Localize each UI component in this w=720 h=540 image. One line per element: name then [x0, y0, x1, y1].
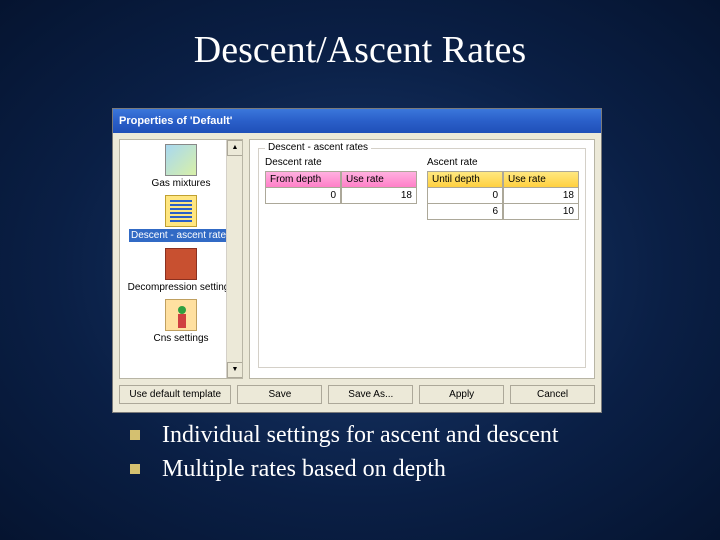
scroll-down-button[interactable]: ▼ [227, 362, 243, 378]
rates-icon [165, 195, 197, 227]
cns-icon [165, 299, 197, 331]
main-panel: Descent - ascent rates Descent rate From… [249, 139, 595, 379]
bullet-icon [130, 430, 140, 440]
category-sidebar: Gas mixtures Descent - ascent rates Deco… [119, 139, 243, 379]
descent-rate-table: Descent rate From depth Use rate 0 18 [265, 157, 417, 220]
sidebar-item-label: Descent - ascent rates [129, 229, 233, 242]
sidebar-item-label: Decompression settings [128, 282, 235, 293]
dialog-title-text: Properties of 'Default' [119, 115, 232, 127]
ascent-use-rate-cell[interactable]: 18 [503, 188, 579, 204]
bullet-text: Multiple rates based on depth [162, 452, 446, 486]
sidebar-item-label: Gas mixtures [152, 178, 211, 189]
list-item: Individual settings for ascent and desce… [130, 418, 660, 452]
rates-group: Descent - ascent rates Descent rate From… [258, 148, 586, 368]
save-button[interactable]: Save [237, 385, 322, 404]
ascent-caption: Ascent rate [427, 157, 579, 168]
sidebar-item-descent-ascent-rates[interactable]: Descent - ascent rates [123, 195, 239, 242]
dialog-titlebar[interactable]: Properties of 'Default' [113, 109, 601, 133]
table-row[interactable]: 6 10 [427, 204, 579, 220]
sidebar-item-decompression[interactable]: Decompression settings [123, 248, 239, 293]
group-legend: Descent - ascent rates [265, 142, 371, 153]
bullet-text: Individual settings for ascent and desce… [162, 418, 559, 452]
decompression-icon [165, 248, 197, 280]
descent-use-rate-cell[interactable]: 18 [341, 188, 417, 204]
descent-col1-header[interactable]: From depth [265, 171, 341, 188]
dialog-button-row: Use default template Save Save As... App… [113, 385, 601, 412]
gas-mixtures-icon [165, 144, 197, 176]
table-row[interactable]: 0 18 [427, 188, 579, 204]
ascent-until-depth-cell[interactable]: 0 [427, 188, 503, 204]
properties-dialog: Properties of 'Default' Gas mixtures Des… [112, 108, 602, 413]
apply-button[interactable]: Apply [419, 385, 504, 404]
slide-title: Descent/Ascent Rates [0, 0, 720, 72]
sidebar-item-label: Cns settings [153, 333, 208, 344]
descent-col2-header[interactable]: Use rate [341, 171, 417, 188]
sidebar-item-cns-settings[interactable]: Cns settings [123, 299, 239, 344]
bullet-icon [130, 464, 140, 474]
list-item: Multiple rates based on depth [130, 452, 660, 486]
ascent-until-depth-cell[interactable]: 6 [427, 204, 503, 220]
cancel-button[interactable]: Cancel [510, 385, 595, 404]
ascent-rate-table: Ascent rate Until depth Use rate 0 18 6 … [427, 157, 579, 220]
sidebar-scrollbar[interactable]: ▲ ▼ [226, 140, 242, 378]
scroll-up-button[interactable]: ▲ [227, 140, 243, 156]
ascent-col2-header[interactable]: Use rate [503, 171, 579, 188]
ascent-use-rate-cell[interactable]: 10 [503, 204, 579, 220]
slide-bullets: Individual settings for ascent and desce… [130, 418, 660, 486]
sidebar-item-gas-mixtures[interactable]: Gas mixtures [123, 144, 239, 189]
table-row[interactable]: 0 18 [265, 188, 417, 204]
descent-caption: Descent rate [265, 157, 417, 168]
descent-from-depth-cell[interactable]: 0 [265, 188, 341, 204]
save-as-button[interactable]: Save As... [328, 385, 413, 404]
dialog-body: Gas mixtures Descent - ascent rates Deco… [113, 133, 601, 385]
use-default-template-button[interactable]: Use default template [119, 385, 231, 404]
ascent-col1-header[interactable]: Until depth [427, 171, 503, 188]
